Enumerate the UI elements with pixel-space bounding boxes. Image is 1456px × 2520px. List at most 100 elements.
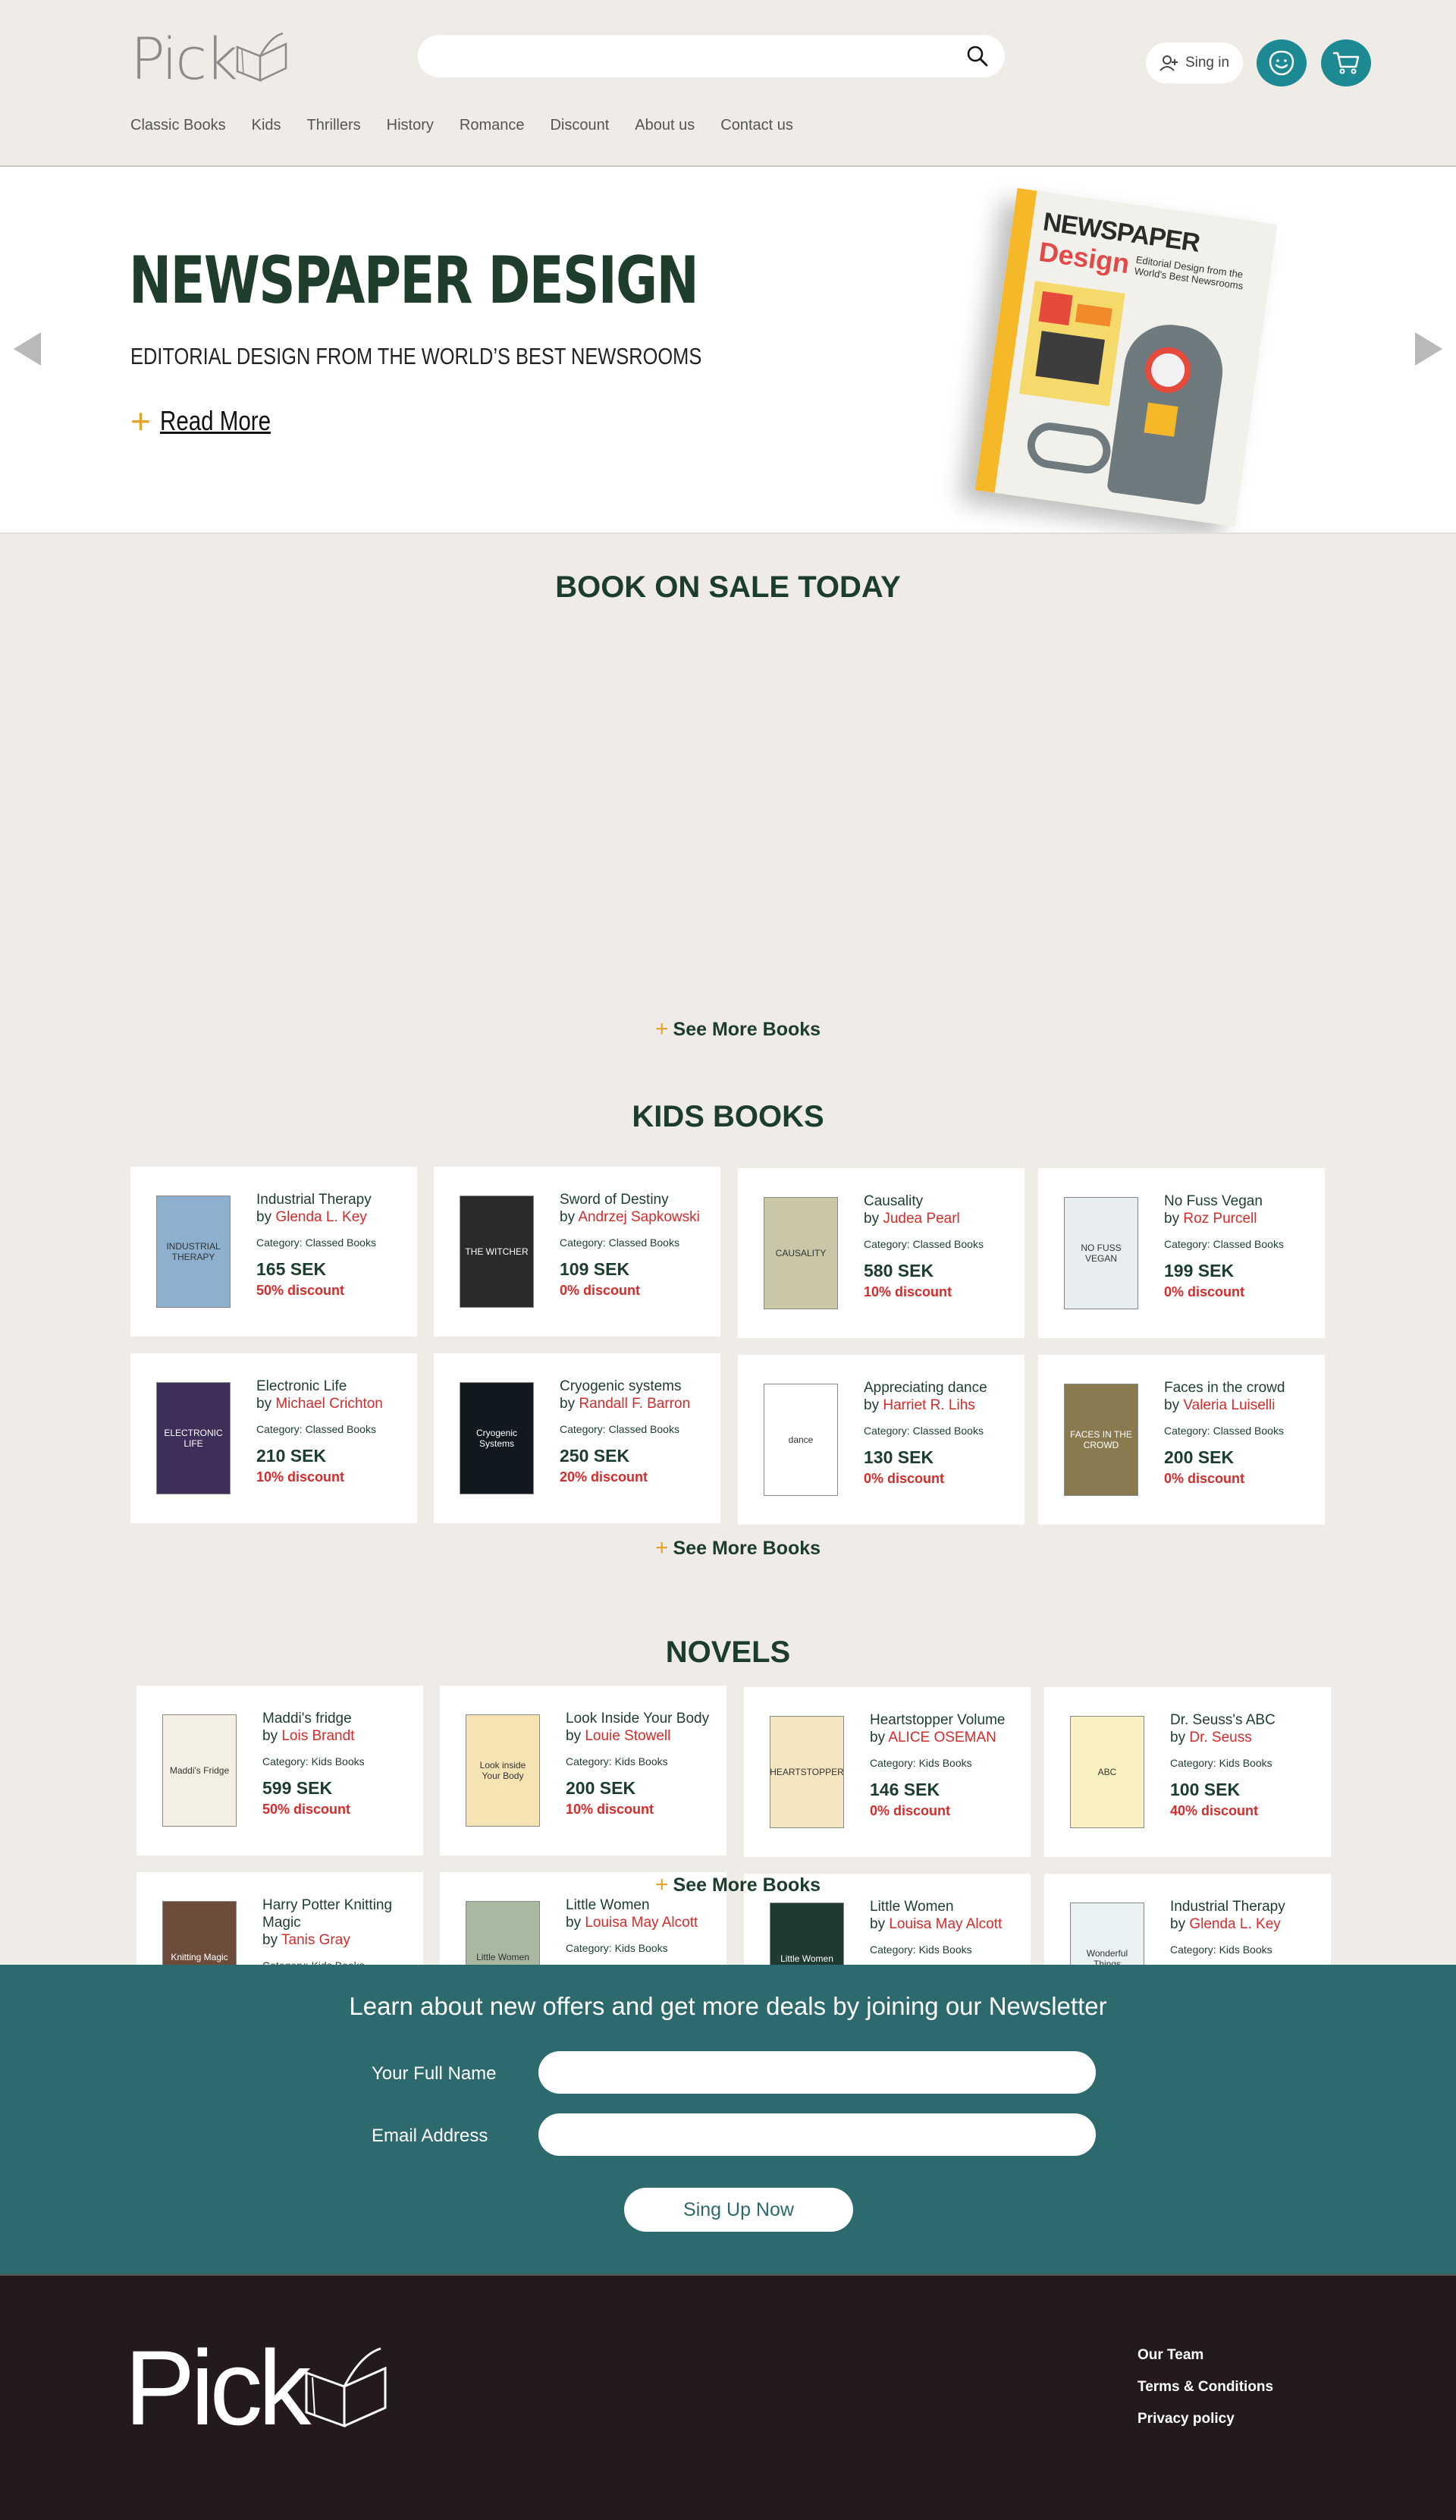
book-author[interactable]: Michael Crichton [275, 1396, 383, 1412]
book-card[interactable]: Cryogenic Systems Cryogenic systems by R… [434, 1353, 720, 1523]
carousel-next-icon[interactable] [1415, 332, 1442, 366]
book-card[interactable]: NO FUSS VEGAN No Fuss Vegan by Roz Purce… [1038, 1168, 1325, 1338]
book-author[interactable]: Valeria Luiselli [1183, 1397, 1275, 1413]
book-price: 200 SEK [566, 1778, 636, 1798]
read-more-link[interactable]: + Read More [130, 404, 295, 438]
book-title[interactable]: Sword of Destiny [560, 1191, 715, 1208]
book-cover-image[interactable]: ABC [1070, 1716, 1144, 1828]
nav-thrillers[interactable]: Thrillers [307, 117, 361, 134]
book-card[interactable]: INDUSTRIAL THERAPY Industrial Therapy by… [130, 1167, 417, 1337]
book-author[interactable]: Lois Brandt [281, 1728, 354, 1744]
book-cover-image[interactable]: NO FUSS VEGAN [1064, 1197, 1138, 1309]
book-title[interactable]: Heartstopper Volume [870, 1711, 1025, 1729]
book-author[interactable]: Randall F. Barron [579, 1396, 690, 1412]
footer-link-our-team[interactable]: Our Team [1138, 2347, 1273, 2364]
kids-see-more-link[interactable]: + See More Books [655, 1537, 821, 1560]
email-field[interactable] [538, 2113, 1096, 2156]
book-info: Appreciating dance by Harriet R. Lihs Ca… [864, 1379, 1019, 1487]
book-cover-image[interactable]: CAUSALITY [764, 1197, 838, 1309]
book-title[interactable]: Electronic Life [256, 1378, 412, 1395]
nav-kids[interactable]: Kids [252, 117, 281, 134]
book-cover-image[interactable]: ELECTRONIC LIFE [156, 1382, 231, 1494]
book-author[interactable]: ALICE OSEMAN [888, 1730, 996, 1745]
cart-button[interactable] [1321, 39, 1371, 86]
book-card[interactable]: ELECTRONIC LIFE Electronic Life by Micha… [130, 1353, 417, 1523]
book-title[interactable]: Industrial Therapy [256, 1191, 412, 1208]
sale-see-more-link[interactable]: + See More Books [655, 1018, 821, 1041]
book-author[interactable]: Judea Pearl [883, 1211, 959, 1227]
book-author[interactable]: Louie Stowell [585, 1728, 670, 1744]
book-cover-image[interactable]: Maddi's Fridge [162, 1714, 237, 1827]
smiley-button[interactable] [1257, 39, 1307, 86]
book-title[interactable]: No Fuss Vegan [1164, 1192, 1320, 1210]
book-card[interactable]: FACES IN THE CROWD Faces in the crowd by… [1038, 1355, 1325, 1525]
book-card[interactable]: ABC Dr. Seuss's ABC by Dr. Seuss Categor… [1044, 1687, 1331, 1857]
book-author[interactable]: Andrzej Sapkowski [578, 1209, 700, 1225]
book-title[interactable]: Little Women [566, 1896, 721, 1914]
book-title[interactable]: Causality [864, 1192, 1019, 1210]
book-title[interactable]: Dr. Seuss's ABC [1170, 1711, 1326, 1729]
book-cover-text: ELECTRONIC LIFE [164, 1428, 223, 1449]
nav-history[interactable]: History [387, 117, 434, 134]
book-author-line: by Judea Pearl [864, 1211, 960, 1227]
book-title[interactable]: Industrial Therapy [1170, 1898, 1326, 1915]
book-info: Industrial Therapy by Glenda L. Key Cate… [256, 1191, 412, 1299]
book-cover-image[interactable]: Look inside Your Body [466, 1714, 540, 1827]
footer-link-privacy[interactable]: Privacy policy [1138, 2411, 1273, 2427]
search-icon[interactable] [965, 44, 990, 68]
book-author-line: by Tanis Gray [262, 1932, 350, 1948]
book-title[interactable]: Harry Potter Knitting Magic [262, 1896, 418, 1931]
book-author[interactable]: Harriet R. Lihs [883, 1397, 974, 1413]
nav-about-us[interactable]: About us [635, 117, 695, 134]
book-category: Category: Classed Books [560, 1236, 679, 1249]
book-title[interactable]: Maddi's fridge [262, 1710, 418, 1727]
book-discount: 0% discount [864, 1471, 945, 1486]
book-cover-text: THE WITCHER [465, 1246, 529, 1257]
book-info: Heartstopper Volume by ALICE OSEMAN Cate… [870, 1711, 1025, 1819]
search-input[interactable] [439, 35, 955, 77]
book-discount: 20% discount [560, 1469, 648, 1485]
book-cover-image[interactable]: HEARTSTOPPER [770, 1716, 844, 1828]
book-card[interactable]: CAUSALITY Causality by Judea Pearl Categ… [738, 1168, 1025, 1338]
nav-discount[interactable]: Discount [550, 117, 609, 134]
book-author[interactable]: Louisa May Alcott [585, 1915, 698, 1931]
book-author[interactable]: Dr. Seuss [1189, 1730, 1251, 1745]
novels-see-more-link[interactable]: + See More Books [655, 1874, 821, 1896]
book-card[interactable]: Maddi's Fridge Maddi's fridge by Lois Br… [136, 1686, 423, 1855]
nav-classic-books[interactable]: Classic Books [130, 117, 226, 134]
nav-romance[interactable]: Romance [460, 117, 525, 134]
book-author[interactable]: Glenda L. Key [275, 1209, 366, 1225]
book-discount: 40% discount [1170, 1803, 1259, 1818]
book-title[interactable]: Look Inside Your Body [566, 1710, 721, 1727]
book-title[interactable]: Appreciating dance [864, 1379, 1019, 1397]
book-cover-image[interactable]: Cryogenic Systems [460, 1382, 534, 1494]
book-card[interactable]: THE WITCHER Sword of Destiny by Andrzej … [434, 1167, 720, 1337]
book-title[interactable]: Cryogenic systems [560, 1378, 715, 1395]
carousel-prev-icon[interactable] [14, 332, 41, 366]
book-discount: 10% discount [256, 1469, 345, 1485]
book-author[interactable]: Roz Purcell [1183, 1211, 1257, 1227]
signin-button[interactable]: Sing in [1146, 42, 1243, 83]
book-author[interactable]: Louisa May Alcott [889, 1916, 1002, 1932]
book-author[interactable]: Glenda L. Key [1189, 1916, 1280, 1932]
book-card[interactable]: dance Appreciating dance by Harriet R. L… [738, 1355, 1025, 1525]
name-label: Your Full Name [372, 2063, 497, 2084]
book-card[interactable]: HEARTSTOPPER Heartstopper Volume by ALIC… [744, 1687, 1031, 1857]
book-title[interactable]: Little Women [870, 1898, 1025, 1915]
book-info: Electronic Life by Michael Crichton Cate… [256, 1378, 412, 1485]
footer-logo[interactable]: Pick [124, 2335, 391, 2441]
signup-button[interactable]: Sing Up Now [624, 2188, 853, 2232]
nav-contact-us[interactable]: Contact us [720, 117, 793, 134]
book-author[interactable]: Tanis Gray [281, 1932, 350, 1948]
book-cover-image[interactable]: dance [764, 1384, 838, 1496]
site-logo[interactable]: Pick [130, 30, 290, 88]
book-cover-image[interactable]: INDUSTRIAL THERAPY [156, 1196, 231, 1308]
book-title[interactable]: Faces in the crowd [1164, 1379, 1320, 1397]
book-cover-image[interactable]: THE WITCHER [460, 1196, 534, 1308]
book-cover-image[interactable]: FACES IN THE CROWD [1064, 1384, 1138, 1496]
footer-link-terms[interactable]: Terms & Conditions [1138, 2379, 1273, 2396]
book-info: No Fuss Vegan by Roz Purcell Category: C… [1164, 1192, 1320, 1300]
book-card[interactable]: Look inside Your Body Look Inside Your B… [440, 1686, 726, 1855]
book-author-line: by ALICE OSEMAN [870, 1730, 996, 1745]
full-name-field[interactable] [538, 2051, 1096, 2094]
